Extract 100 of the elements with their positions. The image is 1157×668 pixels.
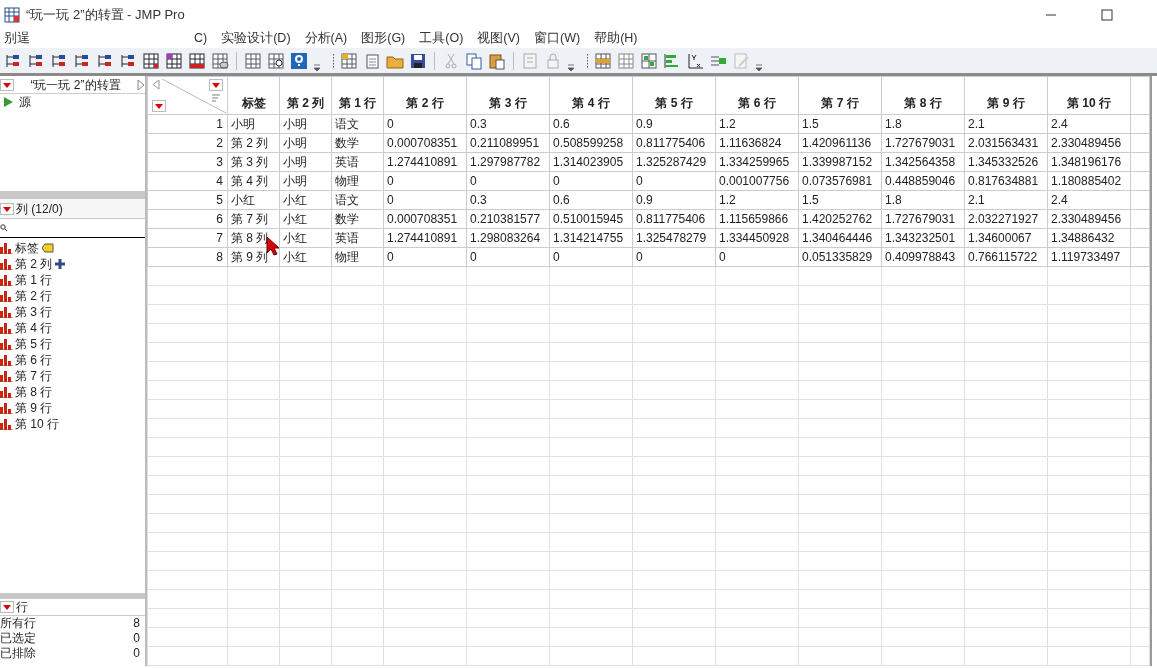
table-cell: 1.180885402 [1047, 171, 1131, 191]
copy-icon[interactable] [465, 51, 483, 70]
table-cell: 小红 [227, 190, 280, 210]
column-header[interactable]: 第 7 行 [798, 76, 882, 115]
column-header[interactable]: 第 9 行 [964, 76, 1048, 115]
play-icon[interactable] [4, 97, 13, 107]
table-cell: 0.510015945 [549, 209, 633, 229]
menu-item[interactable]: 视图(V) [477, 29, 521, 48]
overflow-icon[interactable] [313, 62, 321, 71]
menu-item[interactable]: 窗口(W) [534, 29, 581, 48]
bar-chart-icon [0, 242, 13, 254]
database-icon[interactable] [211, 51, 229, 70]
menu-item[interactable]: 实验设计(D) [221, 29, 291, 48]
table-cell: 2.330489456 [1047, 133, 1131, 153]
table-icon[interactable] [142, 51, 160, 70]
table-cell: 0.9 [632, 190, 716, 210]
table-cell: 英语 [331, 152, 384, 172]
column-name[interactable]: 第 8 行 [15, 383, 53, 401]
dropdown-icon[interactable] [152, 100, 166, 112]
magnifier-icon[interactable] [267, 51, 285, 70]
table-icon[interactable] [594, 51, 612, 70]
dropdown-icon[interactable] [0, 78, 14, 91]
table-cell: 0.000708351 [383, 133, 467, 153]
column-name[interactable]: 第 9 行 [15, 399, 53, 417]
table-cell: 0.210381577 [466, 209, 550, 229]
table-cell: 1.314214755 [549, 228, 633, 248]
column-name[interactable]: 第 7 行 [15, 367, 53, 385]
column-name[interactable]: 第 1 行 [15, 271, 53, 289]
table-cell: 0.817634881 [964, 171, 1048, 191]
column-name[interactable]: 标签 [15, 239, 39, 257]
table-cell: 2.1 [964, 114, 1048, 134]
table-cell: 1.325287429 [632, 152, 716, 172]
panel-title: “玩一玩 2”的转置 [29, 76, 122, 94]
column-header[interactable]: 第 8 行 [881, 76, 965, 115]
panel-title: 行 [16, 599, 28, 616]
menu-item[interactable]: 帮助(H) [594, 29, 638, 48]
stat-label: 所有行 [0, 616, 36, 631]
column-header[interactable]: 第 6 行 [715, 76, 799, 115]
column-header[interactable]: 第 10 行 [1047, 76, 1131, 115]
column-header[interactable]: 第 2 行 [383, 76, 467, 115]
column-header[interactable]: 第 2 列 [279, 76, 332, 115]
column-name[interactable]: 第 4 行 [15, 319, 53, 337]
column-header[interactable]: 第 1 行 [331, 76, 384, 115]
table-cell: 0.811775406 [632, 133, 716, 153]
table-cell: 1.340464446 [798, 228, 882, 248]
table-cell: 0.3 [466, 190, 550, 210]
overflow-icon[interactable] [755, 62, 763, 71]
menu-item[interactable]: 工具(O) [419, 29, 464, 48]
column-name[interactable]: 第 6 行 [15, 351, 53, 369]
table-icon[interactable] [340, 51, 358, 70]
table-cell: 1.8 [881, 190, 965, 210]
table-icon[interactable] [244, 51, 262, 70]
table-script-item[interactable]: 源 [19, 93, 31, 111]
toolbar-grip-icon[interactable] [332, 52, 335, 69]
dropdown-icon[interactable] [0, 601, 14, 613]
stat-label: 已选定 [0, 631, 36, 646]
menu-item[interactable]: 分析(A) [304, 29, 348, 48]
menu-item[interactable]: 别逞 [4, 29, 30, 48]
column-name[interactable]: 第 2 行 [15, 287, 53, 305]
column-name[interactable]: 第 10 行 [15, 415, 59, 433]
table-cell: 0.3 [466, 114, 550, 134]
axis-icon[interactable] [686, 51, 704, 70]
column-name[interactable]: 第 5 行 [15, 335, 53, 353]
maximize-icon[interactable] [1101, 9, 1113, 21]
table-cell: 1.334450928 [715, 228, 799, 248]
column-header[interactable]: 第 3 行 [466, 76, 550, 115]
menu-item[interactable]: C) [194, 29, 208, 48]
save-icon[interactable] [409, 51, 427, 70]
table-cell: 1.420961136 [798, 133, 882, 153]
column-name[interactable]: 第 2 列 [15, 255, 53, 273]
bar-chart-icon [0, 322, 13, 334]
table-cell: 1.342564358 [881, 152, 965, 172]
toolbar-grip-icon[interactable] [586, 52, 589, 69]
table-cell: 0 [632, 171, 716, 191]
dropdown-icon[interactable] [0, 202, 14, 215]
overflow-icon[interactable] [567, 62, 575, 71]
table-cell: 小红 [279, 247, 332, 267]
plus-icon [54, 258, 67, 270]
table-cell: 2.1 [964, 190, 1048, 210]
table-cell: 0 [383, 114, 467, 134]
clipboard-icon[interactable] [488, 51, 506, 70]
bar-chart-icon [0, 402, 13, 414]
table-cell: 0.001007756 [715, 171, 799, 191]
table-cell: 1.34600067 [964, 228, 1048, 248]
app-icon [4, 7, 20, 23]
column-header[interactable]: 第 5 行 [632, 76, 716, 115]
bar-chart-icon[interactable] [663, 51, 681, 70]
column-header[interactable]: 第 4 行 [549, 76, 633, 115]
help-icon[interactable] [290, 51, 308, 70]
column-header[interactable]: 标签 [227, 76, 280, 115]
expand-arrow-icon[interactable] [137, 78, 145, 91]
dropdown-icon[interactable] [209, 79, 223, 91]
table-icon[interactable] [165, 51, 183, 70]
table-cell: 0.051335829 [798, 247, 882, 267]
column-name[interactable]: 第 3 行 [15, 303, 53, 321]
grid-icon[interactable] [640, 51, 658, 70]
menu-item[interactable]: 图形(G) [361, 29, 406, 48]
table-cell: 1.420252762 [798, 209, 882, 229]
table-cell: 语文 [331, 190, 384, 210]
table-icon[interactable] [188, 51, 206, 70]
